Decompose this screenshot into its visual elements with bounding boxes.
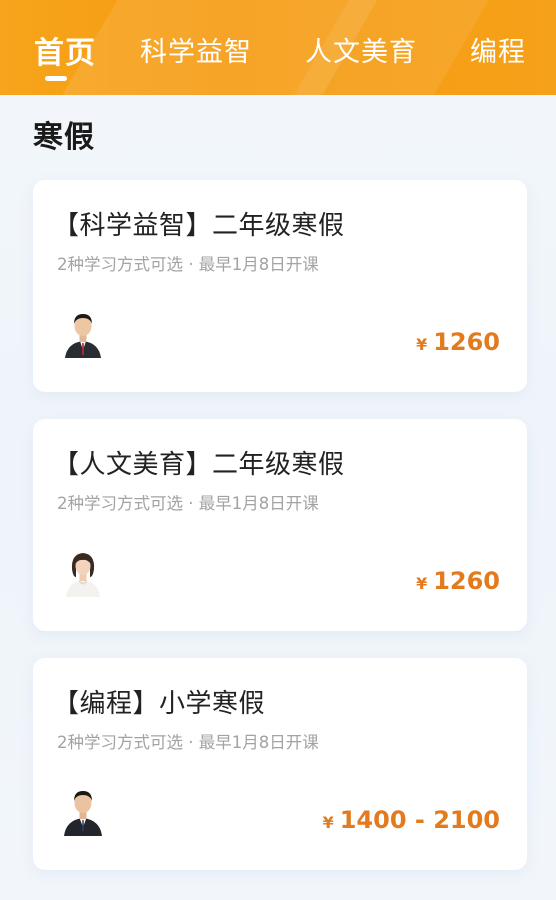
course-subtitle: 2种学习方式可选 · 最早1月8日开课 <box>57 733 319 752</box>
course-title: 【编程】小学寒假 <box>53 689 266 719</box>
section-title: 寒假 <box>33 120 95 155</box>
course-title: 【人文美育】二年级寒假 <box>53 450 345 480</box>
tab-home[interactable]: 首页 <box>34 28 96 72</box>
currency-symbol: ¥ <box>416 335 428 354</box>
course-subtitle: 2种学习方式可选 · 最早1月8日开课 <box>57 494 319 513</box>
tab-programming[interactable]: 编程 <box>470 30 526 69</box>
course-card-science[interactable]: 【科学益智】二年级寒假 2种学习方式可选 · 最早1月8日开课 ¥1260 <box>33 180 527 392</box>
course-card-programming[interactable]: 【编程】小学寒假 2种学习方式可选 · 最早1月8日开课 ¥1400 - 210… <box>33 658 527 870</box>
currency-symbol: ¥ <box>322 813 334 832</box>
price-value: 1260 <box>433 567 500 595</box>
course-title: 【科学益智】二年级寒假 <box>53 211 345 241</box>
teacher-avatar <box>64 791 102 836</box>
top-nav-bar: 首页 科学益智 人文美育 编程 <box>0 0 556 95</box>
price-value: 1400 - 2100 <box>339 806 500 834</box>
course-price: ¥1260 <box>416 567 500 595</box>
course-price: ¥1260 <box>416 328 500 356</box>
course-price: ¥1400 - 2100 <box>323 806 500 834</box>
teacher-avatar <box>66 553 100 597</box>
tab-humanities[interactable]: 人文美育 <box>305 30 417 69</box>
teacher-avatar <box>65 314 101 358</box>
currency-symbol: ¥ <box>416 574 428 593</box>
tab-science[interactable]: 科学益智 <box>140 30 252 69</box>
course-card-humanities[interactable]: 【人文美育】二年级寒假 2种学习方式可选 · 最早1月8日开课 ¥1260 <box>33 419 527 631</box>
active-tab-indicator <box>45 76 67 81</box>
course-subtitle: 2种学习方式可选 · 最早1月8日开课 <box>57 255 319 274</box>
price-value: 1260 <box>433 328 500 356</box>
